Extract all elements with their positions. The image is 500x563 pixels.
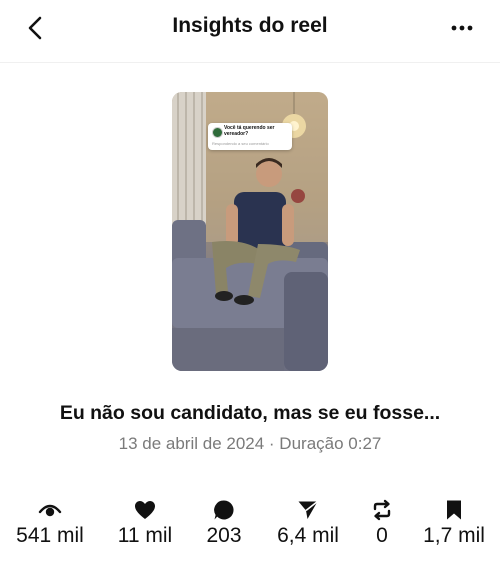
meta-separator: · bbox=[264, 434, 280, 453]
reel-caption: Eu não sou candidato, mas se eu fosse... bbox=[59, 402, 441, 424]
stat-comments: 203 bbox=[176, 494, 272, 554]
header-bar: Insights do reel bbox=[0, 0, 500, 63]
question-sticker: Você tá querendo ser vereador? Responden… bbox=[208, 123, 292, 150]
heart-icon bbox=[135, 501, 155, 519]
avatar bbox=[212, 127, 223, 138]
reel-thumbnail[interactable]: Você tá querendo ser vereador? Responden… bbox=[172, 92, 328, 371]
reel-duration: Duração 0:27 bbox=[279, 434, 382, 453]
send-icon bbox=[298, 500, 318, 519]
sticker-response: Respondendo a seu comentário bbox=[212, 141, 269, 146]
repost-icon bbox=[373, 499, 391, 521]
eye-icon bbox=[38, 504, 62, 517]
reel-meta: 13 de abril de 2024 · Duração 0:27 bbox=[0, 434, 500, 454]
stat-views: 541 mil bbox=[2, 494, 98, 554]
more-horizontal-icon bbox=[451, 25, 473, 31]
stat-value: 203 bbox=[206, 524, 242, 547]
more-options-button[interactable] bbox=[446, 14, 478, 42]
page-title: Insights do reel bbox=[172, 14, 328, 37]
stat-saves: 1,7 mil bbox=[406, 494, 500, 554]
comment-icon bbox=[214, 500, 234, 520]
stat-value: 541 mil bbox=[16, 524, 84, 547]
sticker-question: Você tá querendo ser vereador? bbox=[224, 125, 275, 137]
stat-value: 1,7 mil bbox=[423, 524, 485, 547]
bookmark-icon bbox=[447, 500, 461, 520]
reel-date: 13 de abril de 2024 bbox=[118, 434, 265, 453]
